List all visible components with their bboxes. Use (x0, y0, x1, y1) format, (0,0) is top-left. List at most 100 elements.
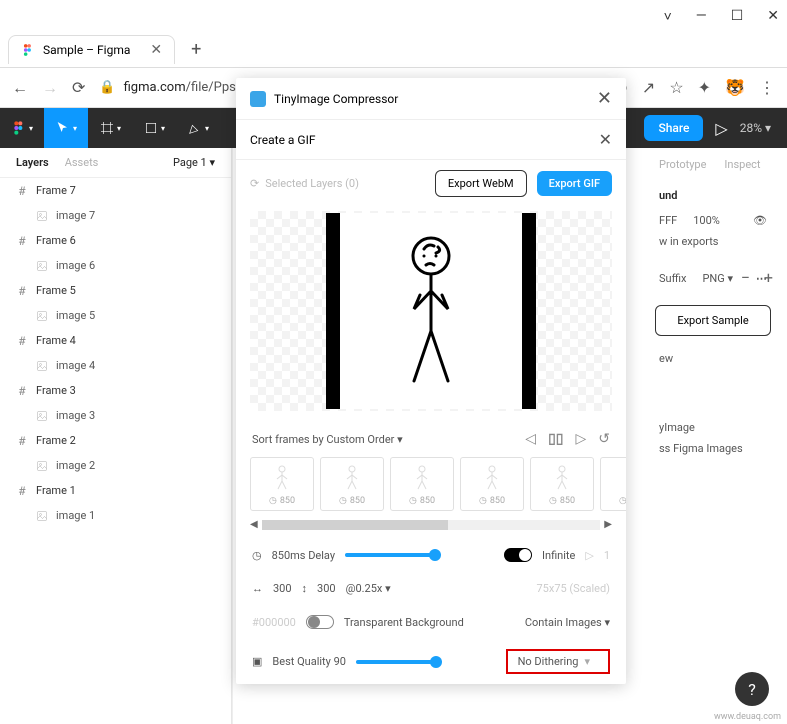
figma-menu-button[interactable]: ▾ (0, 120, 44, 136)
frame-icon (16, 385, 28, 397)
layer-frame[interactable]: Frame 7 (0, 178, 231, 203)
forward-button: → (42, 78, 58, 98)
layer-image[interactable]: image 3 (0, 403, 231, 428)
reset-icon[interactable]: ↺ (598, 431, 610, 447)
layer-frame[interactable]: Frame 5 (0, 278, 231, 303)
export-sample-button[interactable]: Export Sample (655, 305, 771, 336)
bg-opacity[interactable]: 100% (693, 214, 720, 227)
layer-image[interactable]: image 5 (0, 303, 231, 328)
profile-icon[interactable]: 🐯 (725, 78, 745, 97)
zoom-dropdown[interactable]: 28% ▾ (740, 121, 771, 135)
layer-frame[interactable]: Frame 6 (0, 228, 231, 253)
quality-label: Best Quality 90 (272, 655, 346, 668)
window-minimize[interactable]: — (696, 8, 707, 24)
frame-icon (16, 335, 28, 347)
frames-scrollbar[interactable]: ◀▶ (236, 517, 626, 538)
delay-slider[interactable] (345, 553, 435, 557)
bookmark-icon[interactable]: ☆ (669, 78, 683, 97)
scaled-dims: 75x75 (Scaled) (537, 582, 611, 595)
width-value[interactable]: 300 (273, 582, 292, 595)
tab-close-icon[interactable]: ✕ (150, 42, 162, 58)
remove-export-icon[interactable]: − (741, 268, 750, 287)
share-url-icon[interactable]: ↗ (642, 78, 655, 97)
modal-close-icon[interactable]: ✕ (597, 88, 612, 109)
modal-sub-close-icon[interactable]: ✕ (599, 130, 612, 149)
export-gif-button[interactable]: Export GIF (537, 171, 612, 196)
pause-icon[interactable]: ▯▯ (548, 431, 563, 447)
frame-thumbnail[interactable]: ◷850 (390, 457, 454, 511)
layer-frame[interactable]: Frame 4 (0, 328, 231, 353)
figma-favicon-icon (21, 43, 35, 57)
frames-strip[interactable]: ◷850◷850◷850◷850◷850◷850 (236, 457, 626, 517)
layers-panel: Layers Assets Page 1 ▾ Frame 7image 7Fra… (0, 148, 232, 724)
modal-title: TinyImage Compressor (274, 92, 398, 106)
dithering-dropdown[interactable]: No Dithering ▾ (506, 649, 610, 674)
contain-dropdown[interactable]: Contain Images ▾ (525, 616, 610, 629)
layer-image[interactable]: image 4 (0, 353, 231, 378)
layer-frame[interactable]: Frame 3 (0, 378, 231, 403)
frame-icon (16, 285, 28, 297)
shape-tool[interactable]: ▾ (132, 108, 176, 148)
frame-thumbnail[interactable]: ◷850 (530, 457, 594, 511)
quality-slider[interactable] (356, 660, 436, 664)
reload-button[interactable]: ⟳ (72, 78, 85, 97)
sort-frames-dropdown[interactable]: Sort frames by Custom Order ▾ (252, 433, 403, 446)
layer-image[interactable]: image 1 (0, 503, 231, 528)
extensions-icon[interactable]: ✦ (698, 78, 711, 97)
layer-image[interactable]: image 2 (0, 453, 231, 478)
frame-icon (16, 235, 28, 247)
tab-assets[interactable]: Assets (65, 156, 99, 169)
menu-icon[interactable]: ⋮ (759, 78, 775, 97)
transparent-toggle[interactable] (306, 615, 334, 629)
eye-icon[interactable]: 👁 (753, 214, 767, 227)
tab-prototype[interactable]: Prototype (659, 158, 706, 171)
clock-icon: ◷ (252, 549, 262, 562)
height-icon: ↕ (302, 582, 308, 595)
frame-thumbnail[interactable]: ◷850 (320, 457, 384, 511)
page-dropdown[interactable]: Page 1 ▾ (173, 156, 215, 169)
window-controls: ˅ — ☐ ✕ (0, 0, 787, 32)
move-tool[interactable]: ▾ (44, 108, 88, 148)
loop-count: 1 (604, 549, 610, 562)
refresh-icon[interactable]: ⟳ (250, 177, 259, 190)
frame-tool[interactable]: ▾ (88, 108, 132, 148)
layer-frame[interactable]: Frame 2 (0, 428, 231, 453)
show-in-exports[interactable]: w in exports (659, 235, 719, 248)
height-value[interactable]: 300 (317, 582, 336, 595)
layer-frame[interactable]: Frame 1 (0, 478, 231, 503)
window-close[interactable]: ✕ (767, 8, 779, 24)
export-format[interactable]: PNG ▾ (702, 272, 733, 285)
prev-frame-icon[interactable]: ◁ (525, 431, 536, 447)
tinyimage-label: yImage (659, 421, 767, 434)
pen-tool[interactable]: ▾ (176, 108, 220, 148)
frame-thumbnail[interactable]: ◷850 (460, 457, 524, 511)
infinite-label: Infinite (542, 549, 575, 562)
infinite-toggle[interactable] (504, 548, 532, 562)
new-tab-button[interactable]: + (183, 39, 209, 60)
frame-icon (16, 185, 28, 197)
present-icon[interactable]: ▷ (715, 119, 727, 138)
export-suffix[interactable]: Suffix (659, 272, 686, 285)
export-webm-button[interactable]: Export WebM (435, 170, 527, 197)
tinyimage-modal: TinyImage Compressor ✕ Create a GIF ✕ ⟳ … (236, 78, 626, 684)
back-button[interactable]: ← (12, 78, 28, 98)
window-maximize[interactable]: ☐ (731, 8, 744, 24)
browser-tab-strip: Sample – Figma ✕ + (0, 32, 787, 68)
help-button[interactable]: ? (735, 672, 769, 706)
add-export-icon[interactable]: + (764, 268, 773, 287)
share-button[interactable]: Share (644, 115, 703, 141)
window-dropdown-icon[interactable]: ˅ (664, 8, 672, 25)
frame-thumbnail[interactable]: ◷850 (250, 457, 314, 511)
next-frame-icon[interactable]: ▷ (575, 431, 586, 447)
layer-image[interactable]: image 6 (0, 253, 231, 278)
bg-hex[interactable]: FFF (659, 214, 677, 227)
scale-dropdown[interactable]: @0.25x ▾ (346, 582, 391, 595)
tab-layers[interactable]: Layers (16, 156, 49, 169)
browser-tab[interactable]: Sample – Figma ✕ (8, 35, 175, 64)
layer-image[interactable]: image 7 (0, 203, 231, 228)
tinyimage-sub: ss Figma Images (659, 442, 767, 455)
bg-hex-input[interactable]: #000000 (252, 616, 296, 629)
image-icon (36, 210, 48, 222)
tab-inspect[interactable]: Inspect (724, 158, 760, 171)
frame-thumbnail[interactable]: ◷850 (600, 457, 626, 511)
